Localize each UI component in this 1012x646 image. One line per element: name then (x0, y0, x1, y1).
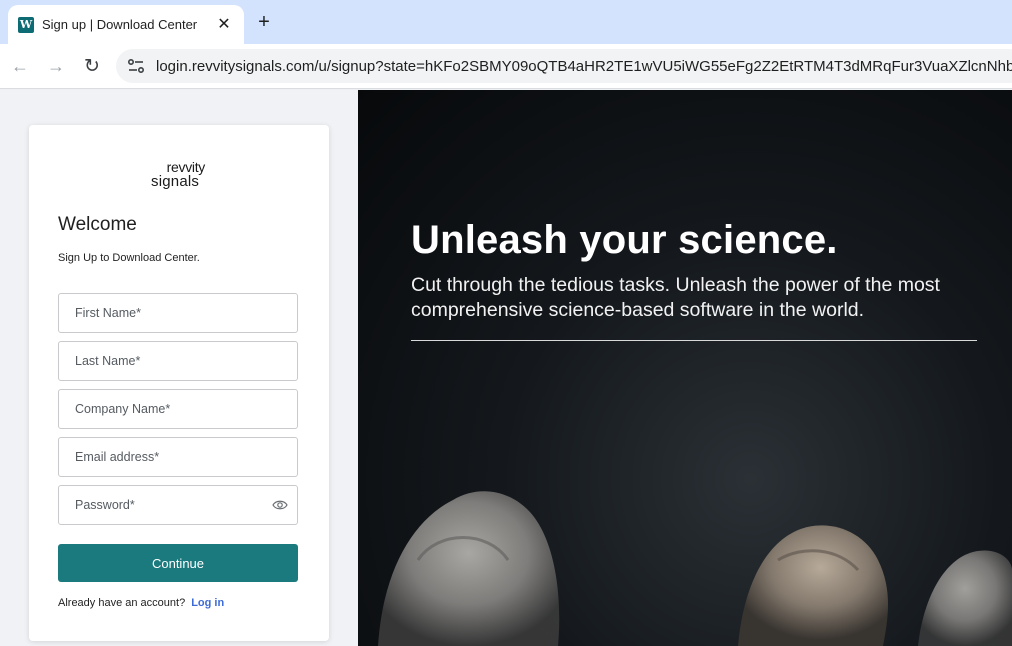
address-bar[interactable]: login.revvitysignals.com/u/signup?state=… (116, 49, 1012, 83)
browser-toolbar: ← → ↻ login.revvitysignals.com/u/signup?… (0, 44, 1012, 89)
form-pane: revvity signals Welcome Sign Up to Downl… (0, 90, 358, 646)
revvity-signals-logo: revvity signals (151, 159, 211, 193)
page-subtitle: Sign Up to Download Center. (58, 252, 200, 264)
site-favicon-icon: W (18, 16, 34, 33)
first-name-field (58, 293, 298, 333)
password-input[interactable] (59, 486, 297, 524)
last-name-field (58, 341, 298, 381)
email-input[interactable] (59, 438, 297, 476)
back-arrow-icon[interactable]: ← (8, 54, 32, 78)
site-settings-icon[interactable] (124, 54, 148, 78)
browser-tab-strip: W Sign up | Download Center ✕ + (0, 0, 1012, 44)
login-prompt-text: Already have an account? (58, 597, 186, 609)
url-text: login.revvitysignals.com/u/signup?state=… (156, 57, 1012, 75)
hero-background-image (378, 491, 1012, 646)
new-tab-icon[interactable]: + (252, 10, 276, 34)
signup-card: revvity signals Welcome Sign Up to Downl… (29, 125, 329, 641)
show-password-eye-icon[interactable] (272, 499, 288, 511)
continue-button[interactable]: Continue (58, 544, 298, 582)
tab-title: Sign up | Download Center (42, 17, 198, 32)
signup-page: revvity signals Welcome Sign Up to Downl… (0, 90, 1012, 646)
hero-divider (411, 340, 977, 341)
hero-headline: Unleash your science. (411, 218, 838, 262)
first-name-input[interactable] (59, 294, 297, 332)
forward-arrow-icon[interactable]: → (44, 54, 68, 78)
login-link[interactable]: Log in (191, 597, 224, 609)
logo-bottom-text: signals (151, 173, 200, 190)
hero-pane: Unleash your science. Cut through the te… (358, 90, 1012, 646)
last-name-input[interactable] (59, 342, 297, 380)
company-name-input[interactable] (59, 390, 297, 428)
page-title: Welcome (58, 214, 137, 235)
hero-description: Cut through the tedious tasks. Unleash t… (411, 274, 940, 321)
email-field (58, 437, 298, 477)
reload-icon[interactable]: ↻ (80, 54, 104, 78)
browser-tab[interactable]: W Sign up | Download Center ✕ (8, 5, 244, 44)
close-tab-icon[interactable]: ✕ (214, 14, 234, 34)
company-name-field (58, 389, 298, 429)
login-prompt: Already have an account? Log in (58, 597, 224, 609)
password-field (58, 485, 298, 525)
